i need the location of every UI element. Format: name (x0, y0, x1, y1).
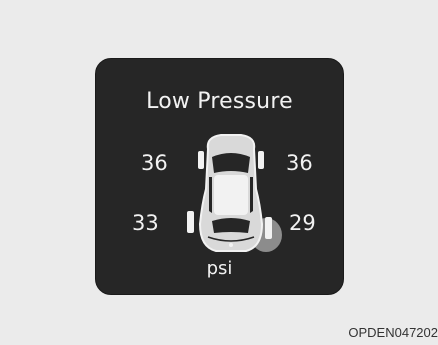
tire-rear-left (187, 211, 194, 233)
rear-left-pressure: 33 (132, 211, 159, 235)
car-top-view-icon (187, 134, 282, 252)
pressure-unit-label: psi (206, 258, 233, 279)
front-right-pressure: 36 (286, 151, 313, 175)
tire-front-left (198, 151, 204, 169)
tire-front-right (258, 151, 264, 169)
rear-right-pressure: 29 (289, 211, 316, 235)
display-title: Low Pressure (146, 89, 293, 114)
tire-rear-right (265, 217, 272, 239)
tpms-display-panel: Low Pressure 36 36 33 29 psi (95, 58, 344, 295)
front-left-pressure: 36 (141, 151, 168, 175)
figure-code: OPDEN047202 (348, 325, 438, 340)
